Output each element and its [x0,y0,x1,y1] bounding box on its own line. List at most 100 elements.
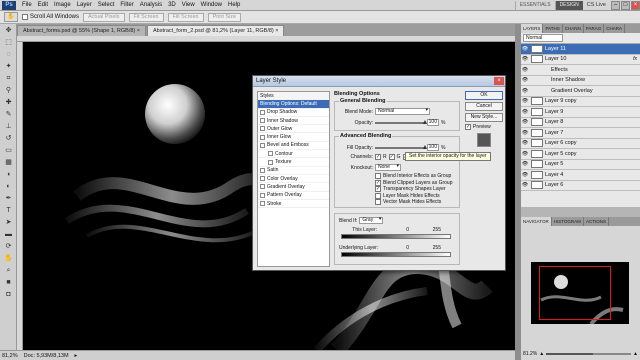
menu-image[interactable]: Image [51,2,74,8]
tab-histogram[interactable]: HISTOGRAM [552,217,584,226]
visibility-eye-icon[interactable]: 👁 [521,109,529,115]
fit-screen-button[interactable]: Fit Screen [128,12,164,22]
maximize-icon[interactable]: □ [621,0,630,10]
layer-effects-icon[interactable]: fx [633,56,637,62]
menu-edit[interactable]: Edit [35,2,51,8]
quick-mask-icon[interactable]: ◘ [2,289,15,300]
menu-filter[interactable]: Filter [117,2,136,8]
minimize-icon[interactable]: – [611,0,620,10]
crop-tool-icon[interactable]: ⌗ [2,73,15,84]
close-icon[interactable]: × [494,77,504,85]
style-item[interactable]: Inner Glow [258,133,329,142]
zoom-level[interactable]: 81,2% [2,353,18,359]
fill-screen-button[interactable]: Fill Screen [167,12,204,22]
hand-tool-icon[interactable]: ✋ [4,12,18,22]
dialog-title[interactable]: Layer Style [253,76,505,87]
style-item[interactable]: Stroke [258,200,329,209]
layer-row[interactable]: 👁 Layer 4 [521,170,640,181]
tab-navigator[interactable]: NAVIGATOR [521,217,552,226]
layer-row[interactable]: 👁 Inner Shadow [521,76,640,86]
eraser-tool-icon[interactable]: ▭ [2,145,15,156]
underlying-layer-gradient[interactable] [341,252,451,257]
hand-tool-icon[interactable]: ✋ [2,253,15,264]
style-checkbox[interactable] [260,134,265,140]
layer-row[interactable]: 👁 Layer 6 [521,181,640,191]
tab-paragraph[interactable]: PARAG [584,24,605,33]
style-checkbox[interactable] [260,142,265,148]
layer-row[interactable]: 👁 Layer 9 [521,107,640,118]
visibility-eye-icon[interactable]: 👁 [521,67,529,73]
advanced-option-checkbox[interactable] [375,192,381,199]
advanced-option[interactable]: Blend Interior Effects as Group [375,173,451,179]
visibility-eye-icon[interactable]: 👁 [521,130,529,136]
cs-live-button[interactable]: CS Live [583,2,610,8]
style-item[interactable]: Gradient Overlay [258,183,329,192]
opacity-slider-knob[interactable] [423,119,427,124]
tab-channels[interactable]: CHANN [563,24,584,33]
visibility-eye-icon[interactable]: 👁 [521,119,529,125]
scroll-all-windows-checkbox[interactable] [22,14,28,20]
opacity-input[interactable]: 100 [427,119,439,126]
layer-row[interactable]: 👁 Effects [521,65,640,76]
style-item[interactable]: Blending Options: Default [258,100,329,109]
style-checkbox[interactable] [260,109,265,115]
tab-character[interactable]: CHARA [604,24,625,33]
visibility-eye-icon[interactable]: 👁 [521,77,529,83]
layer-row[interactable]: 👁 Gradient Overlay [521,86,640,97]
path-selection-tool-icon[interactable]: ➤ [2,217,15,228]
shape-tool-icon[interactable]: ▬ [2,229,15,240]
layer-row[interactable]: 👁 Layer 9 copy [521,97,640,107]
menu-layer[interactable]: Layer [74,2,95,8]
menu-view[interactable]: View [179,2,198,8]
zoom-slider[interactable] [546,353,632,355]
lasso-tool-icon[interactable]: ◌ [2,49,15,60]
advanced-option[interactable]: Transparency Shapes Layer [375,186,446,192]
layer-row[interactable]: 👁 Layer 8 [521,118,640,128]
tab-layers[interactable]: LAYERS [521,24,544,33]
layer-row[interactable]: 👁 Layer 7 [521,128,640,139]
style-item[interactable]: Color Overlay [258,175,329,184]
menu-file[interactable]: File [19,2,35,8]
blend-mode-select[interactable]: Normal [375,108,430,115]
ok-button[interactable]: OK [465,91,503,100]
dodge-tool-icon[interactable]: ◐ [2,181,15,192]
style-checkbox[interactable] [260,184,265,190]
tab-paths[interactable]: PATHS [543,24,563,33]
move-tool-icon[interactable]: ✥ [2,25,15,36]
menu-select[interactable]: Select [95,2,118,8]
layer-blend-mode-select[interactable]: Normal [523,34,563,42]
fill-opacity-input[interactable]: 100 [427,144,439,151]
style-item[interactable]: Texture [258,158,329,167]
gradient-tool-icon[interactable]: ▦ [2,157,15,168]
blur-tool-icon[interactable]: ◖ [2,169,15,180]
style-item[interactable]: Bevel and Emboss [258,142,329,151]
scroll-all-windows-option[interactable]: Scroll All Windows [22,14,79,20]
visibility-eye-icon[interactable]: 👁 [521,88,529,94]
tab-abstract-forms[interactable]: Abstract_forms.psd @ 55% (Shape 1, RGB/8… [17,25,147,36]
layer-row[interactable]: 👁 Layer 6 copy [521,139,640,149]
zoom-in-icon[interactable]: ▲ [633,351,638,357]
style-item[interactable]: Styles [258,92,329,101]
visibility-eye-icon[interactable]: 👁 [521,182,529,188]
advanced-option-checkbox[interactable] [375,199,381,205]
tab-abstract-form-2[interactable]: Abstract_form_2.psd @ 81,2% (Layer 11, R… [147,25,285,36]
pen-tool-icon[interactable]: ✒ [2,193,15,204]
layer-row[interactable]: 👁 Layer 10 fx [521,55,640,65]
channel-r-checkbox[interactable] [375,154,381,160]
visibility-eye-icon[interactable]: 👁 [521,161,529,167]
style-checkbox[interactable] [260,118,265,124]
menu-3d[interactable]: 3D [165,2,179,8]
history-brush-tool-icon[interactable]: ↺ [2,133,15,144]
knockout-select[interactable]: None [375,164,401,171]
fill-opacity-slider[interactable] [375,144,427,149]
style-checkbox[interactable] [260,126,265,132]
new-style-button[interactable]: New Style... [465,113,503,122]
zoom-tool-icon[interactable]: ⌕ [2,265,15,276]
style-item[interactable]: Satin [258,167,329,175]
this-layer-gradient[interactable] [341,234,451,239]
healing-tool-icon[interactable]: ✚ [2,97,15,108]
style-item[interactable]: Drop Shadow [258,109,329,117]
style-checkbox[interactable] [268,151,273,157]
layer-row[interactable]: 👁 Layer 11 [521,44,640,55]
magic-wand-tool-icon[interactable]: ✦ [2,61,15,72]
